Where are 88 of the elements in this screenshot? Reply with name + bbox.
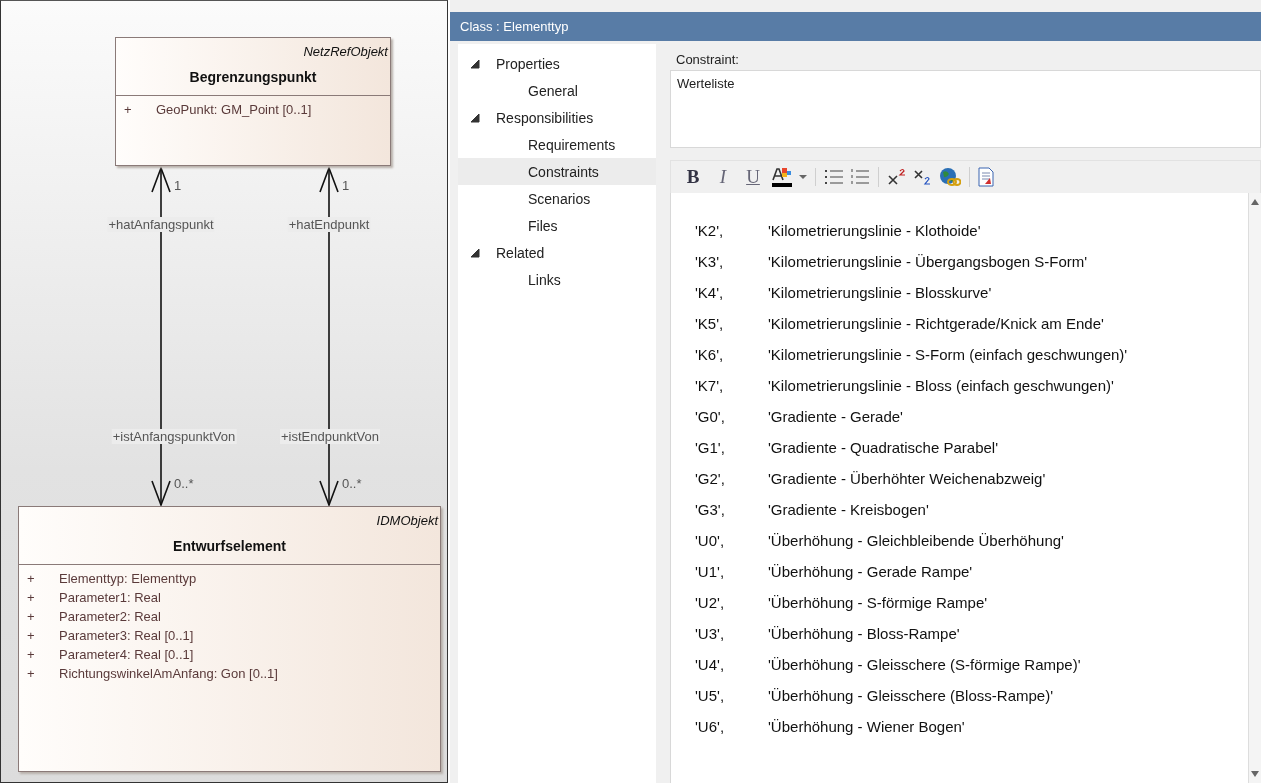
multiplicity-label: 1 (342, 178, 350, 193)
visibility-mark: + (27, 571, 36, 586)
multiplicity-label: 0..* (342, 476, 362, 491)
visibility-mark: + (27, 666, 36, 681)
value-text: 'Kilometrierungslinie - S-Form (einfach geschwungen)' (768, 346, 1128, 363)
visibility-mark: + (27, 590, 36, 605)
scroll-down-icon (1251, 771, 1259, 777)
value-code: 'G0', (695, 408, 726, 425)
scrollbar[interactable] (1248, 193, 1261, 783)
value-code: 'U6', (695, 718, 726, 735)
attribute-text: RichtungswinkelAmAnfang: Gon [0..1] (59, 666, 278, 681)
visibility-mark: + (27, 609, 36, 624)
visibility-mark: + (27, 647, 36, 662)
constraint-field[interactable]: Werteliste (670, 70, 1261, 148)
window-title: Class : Elementtyp (450, 12, 1261, 41)
value-text: 'Kilometrierungslinie - Richtgerade/Knick am Ende' (768, 315, 1104, 332)
italic-button[interactable]: I (711, 164, 735, 190)
globe-link-icon[interactable] (939, 167, 961, 187)
tree-item[interactable]: Requirements (528, 136, 616, 153)
role-label: +istAnfangspunktVon (111, 429, 237, 444)
document-icon[interactable] (978, 167, 994, 187)
stereotype-label: IDMObjekt (376, 512, 440, 528)
value-text: 'Überhöhung - Gleichbleibende Überhöhung' (768, 532, 1064, 549)
underline-button[interactable]: U (741, 164, 765, 190)
expanded-triangle-icon[interactable] (470, 58, 480, 69)
class-name: Entwurfselement (173, 537, 286, 556)
value-code: 'U0', (695, 532, 726, 549)
expanded-triangle-icon[interactable] (470, 247, 480, 258)
value-text: 'Gradiente - Überhöhter Weichenabzweig' (768, 470, 1046, 487)
value-text: 'Überhöhung - Bloss-Rampe' (768, 625, 960, 642)
value-code: 'K3', (695, 253, 725, 270)
value-text: 'Überhöhung - Gleisschere (Bloss-Rampe)' (768, 687, 1053, 704)
attribute-text: Parameter2: Real (59, 609, 161, 624)
attribute-text: Elementtyp: Elementtyp (59, 571, 197, 586)
value-text: 'Gradiente - Gerade' (768, 408, 903, 425)
subscript-icon[interactable] (913, 168, 933, 186)
value-text: 'Kilometrierungslinie - Blosskurve' (768, 284, 992, 301)
tree-item[interactable]: Scenarios (528, 190, 591, 207)
value-code: 'K4', (695, 284, 725, 301)
value-text: 'Kilometrierungslinie - Bloss (einfach geschwungen)' (768, 377, 1114, 394)
value-text: 'Gradiente - Kreisbogen' (768, 501, 929, 518)
value-text: 'Überhöhung - Gleisschere (S-förmige Rampe)' (768, 656, 1081, 673)
bold-button[interactable]: B (681, 164, 705, 190)
value-code: 'G1', (695, 439, 726, 456)
attribute-text: Parameter1: Real (59, 590, 161, 605)
field-label: Constraint: (675, 51, 740, 69)
visibility-mark: + (124, 102, 133, 117)
value-code: 'U4', (695, 656, 726, 673)
attribute-text: GeoPunkt: GM_Point [0..1] (156, 102, 312, 117)
visibility-mark: + (27, 628, 36, 643)
tree-item[interactable]: Related (496, 244, 545, 261)
bullet-list-icon[interactable] (824, 168, 844, 186)
stereotype-label: NetzRefObjekt (303, 43, 390, 59)
caret-icon[interactable] (799, 174, 807, 180)
value-text: 'Gradiente - Quadratische Parabel' (768, 439, 999, 456)
value-text: 'Überhöhung - Wiener Bogen' (768, 718, 965, 735)
tree-item[interactable]: Constraints (528, 163, 599, 180)
role-label: +hatEndpunkt (287, 217, 371, 232)
value-code: 'K6', (695, 346, 725, 363)
value-text: 'Kilometrierungslinie - Übergangsbogen S-Form' (768, 253, 1088, 270)
tree-item[interactable]: Properties (496, 55, 560, 72)
value-code: 'G3', (695, 501, 726, 518)
expanded-triangle-icon[interactable] (470, 112, 480, 123)
value-code: 'K5', (695, 315, 725, 332)
attribute-text: Parameter3: Real [0..1] (59, 628, 194, 643)
value-code: 'G2', (695, 470, 726, 487)
scroll-up-icon (1251, 199, 1259, 205)
multiplicity-label: 0..* (174, 476, 194, 491)
text-color-icon[interactable] (771, 166, 793, 188)
value-code: 'U5', (695, 687, 726, 704)
tree-item[interactable]: General (528, 82, 578, 99)
tree-item[interactable]: Files (528, 217, 558, 234)
value-code: 'U2', (695, 594, 726, 611)
tree-item[interactable]: Responsibilities (496, 109, 594, 126)
value-text: 'Kilometrierungslinie - Klothoide' (768, 222, 981, 239)
superscript-icon[interactable] (887, 168, 907, 186)
tree-item[interactable]: Links (528, 271, 561, 288)
value-code: 'K7', (695, 377, 725, 394)
class-name: Begrenzungspunkt (189, 68, 317, 87)
value-text: 'Überhöhung - S-förmige Rampe' (768, 594, 988, 611)
value-code: 'K2', (695, 222, 725, 239)
multiplicity-label: 1 (174, 178, 182, 193)
role-label: +hatAnfangspunkt (107, 217, 215, 232)
value-code: 'U1', (695, 563, 726, 580)
attribute-text: Parameter4: Real [0..1] (59, 647, 194, 662)
value-code: 'U3', (695, 625, 726, 642)
value-text: 'Überhöhung - Gerade Rampe' (768, 563, 973, 580)
role-label: +istEndpunktVon (280, 429, 380, 444)
